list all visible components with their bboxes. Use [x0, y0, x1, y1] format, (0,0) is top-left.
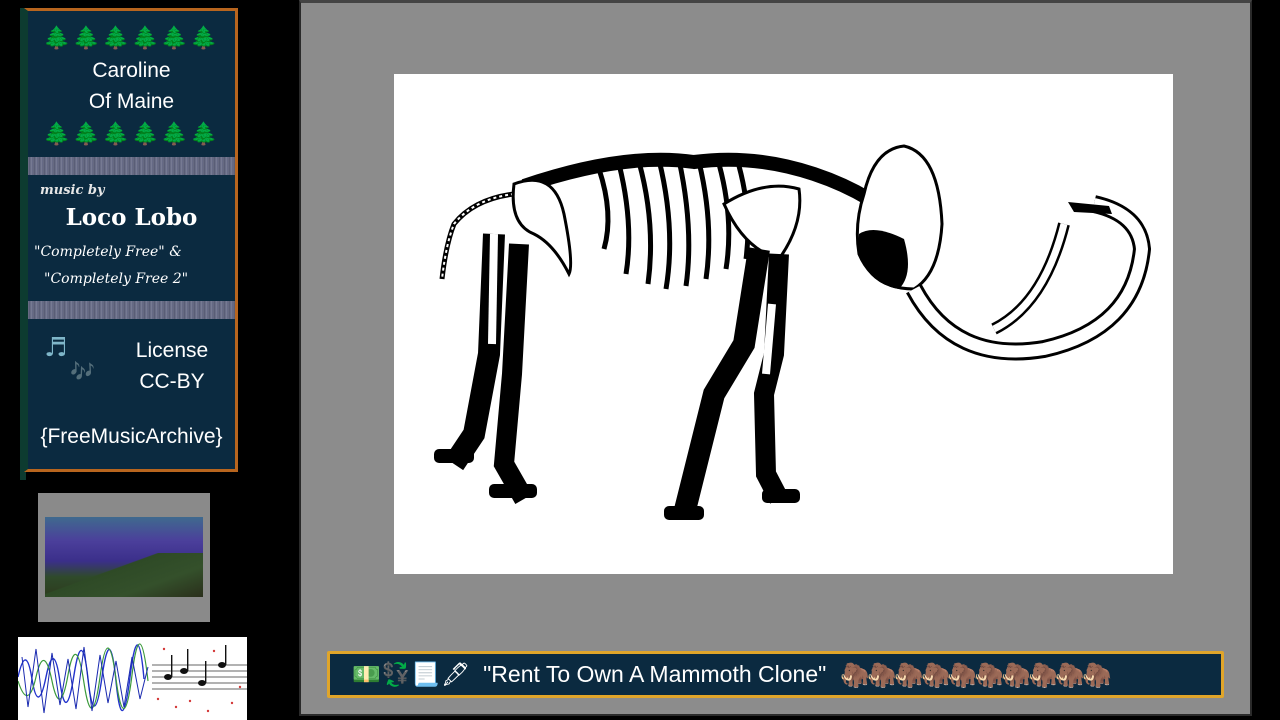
music-note-icon: ♬	[44, 333, 68, 363]
tree-row-bottom: 🌲🌲🌲🌲🌲🌲	[43, 122, 220, 147]
mammoth-icons: 🦣🦣🦣🦣🦣🦣🦣🦣🦣🦣	[840, 660, 1112, 689]
caption-bar: 💵💱📃🖋 "Rent To Own A Mammoth Clone" 🦣🦣🦣🦣🦣…	[327, 651, 1224, 698]
music-by-label: music by	[40, 183, 105, 198]
artist-block: music by Loco Lobo "Completely Free" & "…	[28, 175, 235, 297]
license-label: License CC-BY	[122, 335, 222, 397]
music-notes-icon: 🎶	[70, 359, 95, 383]
noise-divider-bottom	[28, 301, 235, 319]
landscape-hill	[45, 553, 203, 597]
mammoth-skeleton-drawing	[434, 144, 1152, 520]
license-line1: License	[135, 339, 209, 362]
song-title-line1: Caroline	[92, 59, 171, 82]
waveform-sheet-music-image	[18, 637, 247, 720]
song-title-line2: Of Maine	[88, 90, 175, 113]
waveform-graphic	[18, 643, 247, 714]
landscape-image	[45, 517, 203, 597]
album-line2: "Completely Free 2"	[44, 271, 189, 287]
music-info-card: 🌲🌲🌲🌲🌲🌲 Caroline Of Maine 🌲🌲🌲🌲🌲🌲 music by…	[24, 8, 238, 472]
source-label: {FreeMusicArchive}	[40, 425, 223, 448]
license-line2: CC-BY	[139, 370, 205, 393]
album-line1: "Completely Free" &	[34, 244, 182, 260]
tree-row-top: 🌲🌲🌲🌲🌲🌲	[43, 26, 220, 51]
noise-divider-top	[28, 157, 235, 175]
landscape-thumbnail	[38, 493, 210, 622]
artist-name: Loco Lobo	[65, 204, 198, 231]
caption-title: "Rent To Own A Mammoth Clone"	[483, 661, 827, 687]
mammoth-skeleton-image	[394, 74, 1173, 574]
license-row: ♬ 🎶 License CC-BY	[28, 329, 235, 399]
song-title: Caroline Of Maine	[28, 55, 235, 117]
money-scroll-pen-icons: 💵💱📃🖋	[352, 662, 472, 688]
